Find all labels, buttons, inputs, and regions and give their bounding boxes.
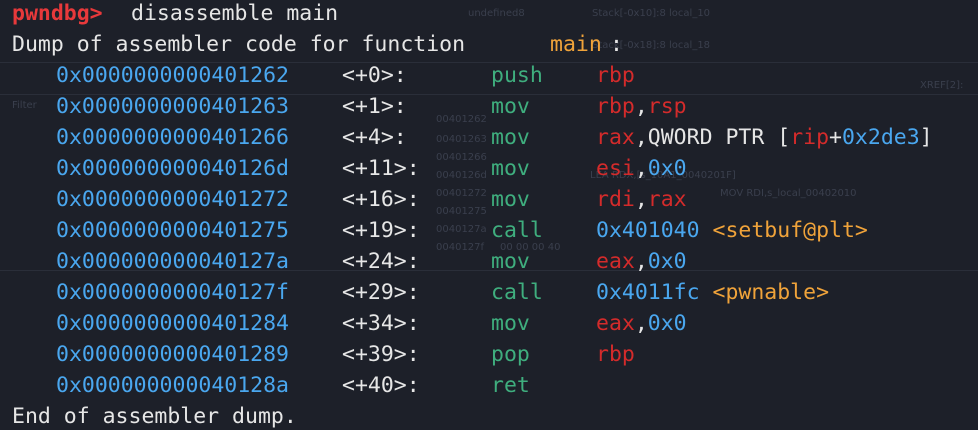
- instruction-mnemonic: mov: [491, 311, 530, 336]
- dump-header-function: main: [550, 32, 602, 57]
- operand-token: 0x0: [647, 156, 687, 181]
- instruction-address: 0x0000000000401266: [56, 125, 289, 150]
- instruction-address: 0x0000000000401263: [56, 94, 289, 119]
- instruction-offset: <+11>:: [342, 156, 420, 181]
- instruction-mnemonic: call: [491, 280, 543, 305]
- ghost-text-12: 0040127a: [436, 224, 487, 235]
- instruction-offset: <+29>:: [342, 280, 420, 305]
- ghost-text-1: undefined8: [468, 8, 525, 19]
- operand-token: 0x4011fc: [596, 280, 700, 305]
- instruction-mnemonic: push: [491, 63, 543, 88]
- instruction-offset: <+16>:: [342, 187, 420, 212]
- operand-token: 0x2de3: [841, 125, 920, 150]
- dump-header-suffix: :: [610, 32, 623, 57]
- operand-token: rax: [596, 125, 635, 150]
- operand-token: rbp: [596, 342, 635, 367]
- operand-token: rbp: [596, 63, 635, 88]
- instruction-offset: <+40>:: [342, 373, 420, 398]
- ghost-text-7: 00401263: [436, 134, 487, 145]
- operand-token: rdi: [596, 187, 635, 212]
- instruction-address: 0x0000000000401275: [56, 218, 289, 243]
- command-line: pwndbg> disassemble main: [12, 0, 338, 29]
- instruction-address: 0x000000000040128a: [56, 373, 289, 398]
- instruction-operands: esi,0x0: [596, 153, 687, 184]
- dump-footer-text: End of assembler dump.: [12, 404, 297, 429]
- instruction-mnemonic: call: [491, 218, 543, 243]
- instruction-address: 0x0000000000401284: [56, 311, 289, 336]
- ghost-text-6: 00401262: [436, 114, 487, 125]
- operand-token: eax: [596, 311, 635, 336]
- operand-token: rax: [647, 187, 687, 212]
- instruction-operands: eax,0x0: [596, 246, 687, 277]
- instruction-address: 0x0000000000401272: [56, 187, 289, 212]
- ghost-text-2: Stack[-0x10]:8 local_10: [592, 8, 711, 19]
- ghost-text-13: 0040127f: [436, 242, 485, 253]
- operand-token: ,: [634, 156, 648, 181]
- ghost-text-11: 00401275: [436, 206, 487, 217]
- dump-footer: End of assembler dump.: [12, 401, 297, 430]
- ghost-text-8: 00401266: [436, 152, 487, 163]
- operand-token: [700, 280, 713, 305]
- ghost-text-4: XREF[2]:: [920, 80, 964, 91]
- instruction-operands: rbp: [596, 60, 635, 91]
- instruction-operands: 0x4011fc <pwnable>: [596, 277, 829, 308]
- instruction-address: 0x000000000040127f: [56, 280, 289, 305]
- ghost-text-15: MOV RDI,s_local_00402010: [720, 188, 857, 199]
- instruction-mnemonic: ret: [491, 373, 530, 398]
- operand-token: ,QWORD PTR [: [634, 125, 791, 150]
- operand-token: 0x0: [647, 249, 687, 274]
- dump-header: Dump of assembler code for function main…: [12, 29, 623, 60]
- instruction-operands: rdi,rax: [596, 184, 687, 215]
- instruction-operands: rbp: [596, 339, 635, 370]
- dump-header-prefix: Dump of assembler code for function: [12, 32, 478, 57]
- instruction-mnemonic: mov: [491, 249, 530, 274]
- instruction-offset: <+34>:: [342, 311, 420, 336]
- instruction-mnemonic: pop: [491, 342, 530, 367]
- instruction-operands: rbp,rsp: [596, 91, 687, 122]
- operand-token: ,: [634, 94, 648, 119]
- gdb-prompt: pwndbg>: [12, 1, 103, 26]
- operand-token: ,: [634, 311, 648, 336]
- operand-token: rsp: [647, 94, 687, 119]
- operand-token: ,: [634, 249, 648, 274]
- operand-token: 0x401040: [596, 218, 700, 243]
- operand-token: eax: [596, 249, 635, 274]
- operand-token: <pwnable>: [712, 280, 830, 305]
- instruction-mnemonic: mov: [491, 156, 530, 181]
- instruction-operands: rax,QWORD PTR [rip+0x2de3]: [596, 122, 933, 153]
- terminal-window[interactable]: undefined8 Stack[-0x10]:8 local_10 Stack…: [0, 0, 978, 430]
- operand-token: rip: [790, 125, 830, 150]
- instruction-offset: <+0>:: [342, 63, 407, 88]
- instruction-operands: 0x401040 <setbuf@plt>: [596, 215, 868, 246]
- instruction-offset: <+1>:: [342, 94, 407, 119]
- instruction-address: 0x0000000000401262: [56, 63, 289, 88]
- operand-token: +: [829, 125, 842, 150]
- operand-token: <setbuf@plt>: [712, 218, 868, 243]
- operand-token: 0x0: [647, 311, 687, 336]
- instruction-address: 0x0000000000401289: [56, 342, 289, 367]
- operand-token: esi: [596, 156, 635, 181]
- instruction-offset: <+19>:: [342, 218, 420, 243]
- operand-token: ,: [634, 187, 648, 212]
- instruction-offset: <+24>:: [342, 249, 420, 274]
- instruction-offset: <+4>:: [342, 125, 407, 150]
- instruction-mnemonic: mov: [491, 187, 530, 212]
- operand-token: [700, 218, 713, 243]
- instruction-operands: eax,0x0: [596, 308, 687, 339]
- operand-token: ]: [919, 125, 933, 150]
- instruction-address: 0x000000000040127a: [56, 249, 289, 274]
- instruction-offset: <+39>:: [342, 342, 420, 367]
- ghost-text-9: 0040126d: [436, 170, 487, 181]
- instruction-mnemonic: mov: [491, 125, 530, 150]
- operand-token: rbp: [596, 94, 635, 119]
- instruction-mnemonic: mov: [491, 94, 530, 119]
- gdb-command: disassemble main: [131, 1, 339, 26]
- ghost-text-10: 00401272: [436, 188, 487, 199]
- instruction-address: 0x000000000040126d: [56, 156, 289, 181]
